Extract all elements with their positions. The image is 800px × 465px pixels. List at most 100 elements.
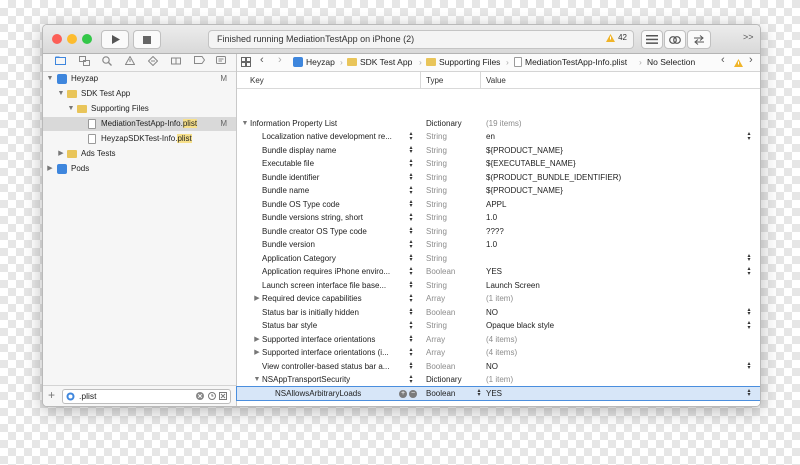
- minimize-window-button[interactable]: [67, 34, 77, 44]
- plist-key[interactable]: Status bar is initially hidden: [262, 306, 397, 320]
- disclosure-down-icon[interactable]: ▼: [57, 87, 65, 101]
- plist-row[interactable]: ▶ Supported interface orientations (i... ▴…: [237, 346, 760, 360]
- plist-key[interactable]: Application requires iPhone enviro...: [262, 265, 397, 279]
- symbol-icon[interactable]: [78, 56, 90, 68]
- plist-type[interactable]: String: [426, 319, 447, 333]
- stop-button[interactable]: [133, 30, 161, 49]
- plist-row[interactable]: Executable file ▴ ▾ String ${EXECUTABLE_NAME…: [237, 157, 760, 171]
- plist-row[interactable]: Bundle version ▴ ▾ String 1.0: [237, 238, 760, 252]
- plist-type[interactable]: String: [426, 225, 447, 239]
- key-picker-stepper-icon[interactable]: ▴ ▾: [408, 280, 414, 291]
- warning-icon[interactable]: [734, 59, 743, 67]
- plist-type[interactable]: String: [426, 157, 447, 171]
- key-picker-stepper-icon[interactable]: ▴ ▾: [408, 307, 414, 318]
- plist-row[interactable]: Application requires iPhone enviro... ▴ ▾ B…: [237, 265, 760, 279]
- breadcrumb-file[interactable]: MediationTestApp-Info.plist: [525, 57, 627, 67]
- plist-row[interactable]: View controller-based status bar a... ▴ ▾ B…: [237, 360, 760, 374]
- key-picker-stepper-icon[interactable]: ▴ ▾: [408, 266, 414, 277]
- test-diamond-icon[interactable]: [147, 55, 159, 68]
- plist-value[interactable]: (4 items): [486, 346, 517, 360]
- back-chevron-icon[interactable]: ‹: [260, 54, 264, 66]
- folder-icon[interactable]: [54, 56, 66, 68]
- plist-type[interactable]: Array: [426, 333, 445, 347]
- plist-type[interactable]: Array: [426, 292, 445, 306]
- add-file-button[interactable]: +: [48, 388, 55, 402]
- key-picker-stepper-icon[interactable]: ▴ ▾: [408, 374, 414, 385]
- plist-value[interactable]: 1.0: [486, 211, 497, 225]
- tree-item-mediation-plist[interactable]: MediationTestApp-Info.plist M: [43, 117, 236, 131]
- value-picker-stepper-icon[interactable]: ▴ ▾: [746, 361, 752, 372]
- tree-item-pods[interactable]: ▶ Pods: [43, 162, 236, 176]
- toolbar-overflow[interactable]: >>: [743, 32, 754, 42]
- plist-key[interactable]: Bundle version: [262, 238, 397, 252]
- plist-value[interactable]: YES: [486, 387, 502, 401]
- disclosure-right-icon[interactable]: ▶: [253, 333, 261, 347]
- plist-key[interactable]: Bundle OS Type code: [262, 198, 397, 212]
- disclosure-right-icon[interactable]: ▶: [253, 346, 261, 360]
- plist-key[interactable]: Required device capabilities: [262, 292, 397, 306]
- plist-row[interactable]: ▶ Supported interface orientations ▴ ▾ Array…: [237, 333, 760, 347]
- plist-value[interactable]: Opaque black style: [486, 319, 554, 333]
- key-picker-stepper-icon[interactable]: ▴ ▾: [408, 172, 414, 183]
- related-items-grid-icon[interactable]: [241, 57, 251, 67]
- tree-item-heyzap[interactable]: ▼ Heyzap M: [43, 72, 236, 86]
- breadcrumb-selection[interactable]: No Selection: [647, 57, 695, 67]
- key-picker-stepper-icon[interactable]: ▴ ▾: [408, 131, 414, 142]
- key-picker-stepper-icon[interactable]: ▴ ▾: [408, 253, 414, 264]
- value-picker-stepper-icon[interactable]: ▴ ▾: [746, 307, 752, 318]
- plist-value[interactable]: ????: [486, 225, 504, 239]
- disclosure-down-icon[interactable]: ▼: [67, 102, 75, 116]
- key-picker-stepper-icon[interactable]: ▴ ▾: [408, 334, 414, 345]
- report-icon[interactable]: [215, 56, 227, 68]
- plist-key[interactable]: View controller-based status bar a...: [262, 360, 397, 374]
- filter-input-value[interactable]: .plist: [79, 391, 96, 401]
- previous-issue-chevron-icon[interactable]: ‹: [721, 54, 725, 66]
- plist-row[interactable]: Bundle OS Type code ▴ ▾ String APPL: [237, 198, 760, 212]
- disclosure-right-icon[interactable]: ▶: [57, 147, 65, 161]
- plist-type[interactable]: Array: [426, 346, 445, 360]
- plist-type[interactable]: String: [426, 171, 447, 185]
- plist-value[interactable]: ${PRODUCT_NAME}: [486, 184, 563, 198]
- value-picker-stepper-icon[interactable]: ▴ ▾: [746, 388, 752, 399]
- plist-type[interactable]: Dictionary: [426, 117, 462, 131]
- column-header-value[interactable]: Value: [486, 76, 506, 85]
- plist-key[interactable]: NSAppTransportSecurity: [262, 373, 397, 387]
- breakpoint-icon[interactable]: [193, 56, 205, 68]
- value-picker-stepper-icon[interactable]: ▴ ▾: [746, 131, 752, 142]
- plist-key[interactable]: Supported interface orientations (i...: [262, 346, 397, 360]
- source-control-filter-icon[interactable]: [219, 392, 227, 400]
- key-picker-stepper-icon[interactable]: ▴ ▾: [408, 212, 414, 223]
- search-icon[interactable]: [101, 56, 113, 68]
- key-picker-stepper-icon[interactable]: ▴ ▾: [408, 239, 414, 250]
- plist-type[interactable]: String: [426, 252, 447, 266]
- plist-row[interactable]: Application Category ▴ ▾ String ▴ ▾: [237, 252, 760, 266]
- plist-value[interactable]: ${PRODUCT_NAME}: [486, 144, 563, 158]
- warnings-indicator[interactable]: 42: [606, 33, 627, 42]
- plist-key[interactable]: Bundle creator OS Type code: [262, 225, 397, 239]
- disclosure-down-icon[interactable]: ▼: [241, 117, 249, 131]
- key-picker-stepper-icon[interactable]: ▴ ▾: [408, 293, 414, 304]
- plist-type[interactable]: String: [426, 184, 447, 198]
- plist-value[interactable]: NO: [486, 306, 498, 320]
- plist-value[interactable]: (19 items): [486, 117, 522, 131]
- key-picker-stepper-icon[interactable]: ▴ ▾: [408, 361, 414, 372]
- plist-row[interactable]: NSAllowsArbitraryLoads + − ▴ ▾ Boolean YES ▴ ▾: [236, 385, 760, 401]
- plist-value[interactable]: Launch Screen: [486, 279, 540, 293]
- plist-row[interactable]: ▼ NSAppTransportSecurity ▴ ▾ Dictionary (1 it…: [237, 373, 760, 387]
- run-button[interactable]: [101, 30, 129, 49]
- breadcrumb-project[interactable]: Heyzap: [306, 57, 335, 67]
- standard-editor-button[interactable]: [641, 30, 663, 49]
- assistant-editor-button[interactable]: [664, 30, 686, 49]
- plist-row[interactable]: Bundle name ▴ ▾ String ${PRODUCT_NAME}: [237, 184, 760, 198]
- key-picker-stepper-icon[interactable]: ▴ ▾: [408, 158, 414, 169]
- plist-row[interactable]: Bundle identifier ▴ ▾ String $(PRODUCT_BUNDL…: [237, 171, 760, 185]
- plist-key[interactable]: Supported interface orientations: [262, 333, 397, 347]
- plist-type[interactable]: String: [426, 198, 447, 212]
- disclosure-right-icon[interactable]: ▶: [46, 162, 54, 176]
- forward-chevron-icon[interactable]: ›: [278, 54, 282, 66]
- plist-type[interactable]: String: [426, 279, 447, 293]
- next-issue-chevron-icon[interactable]: ›: [749, 54, 753, 66]
- value-picker-stepper-icon[interactable]: ▴ ▾: [746, 266, 752, 277]
- plist-row[interactable]: ▼ Information Property List Dictionary (19 …: [237, 117, 760, 131]
- plist-row[interactable]: Status bar style ▴ ▾ String Opaque black sty…: [237, 319, 760, 333]
